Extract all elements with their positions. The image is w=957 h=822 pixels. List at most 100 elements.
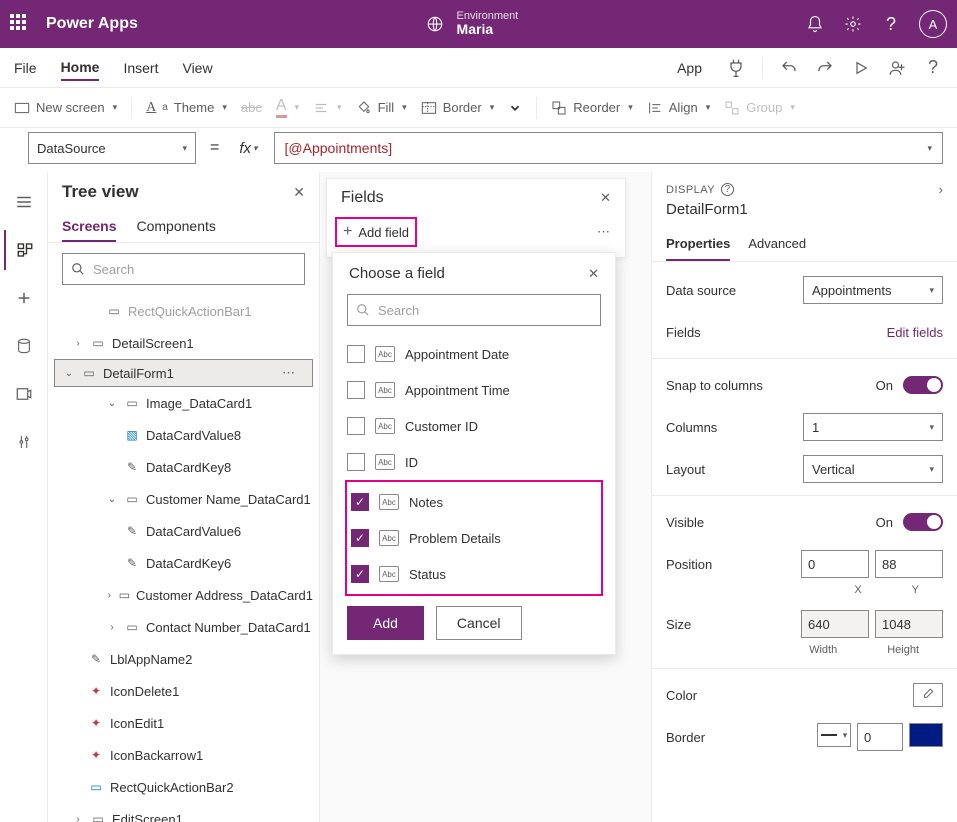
field-row[interactable]: ✓AbcNotes: [351, 484, 597, 520]
environment-picker[interactable]: Environment Maria: [457, 10, 519, 37]
close-icon[interactable]: ✕: [600, 190, 611, 206]
datasource-select[interactable]: Appointments▾: [803, 276, 943, 304]
checkbox[interactable]: [347, 453, 365, 471]
field-row[interactable]: AbcAppointment Time: [347, 372, 601, 408]
rail-tree-icon[interactable]: [4, 230, 44, 270]
tree-node[interactable]: ✎DataCardValue6: [54, 515, 313, 547]
border-width-input[interactable]: 0: [857, 723, 903, 751]
redo-icon[interactable]: [815, 58, 835, 78]
menu-view[interactable]: View: [182, 56, 212, 80]
close-icon[interactable]: ✕: [293, 184, 305, 201]
avatar[interactable]: A: [919, 10, 947, 38]
fx-label[interactable]: fx▾: [233, 140, 263, 157]
info-icon[interactable]: ?: [721, 183, 734, 196]
tab-advanced[interactable]: Advanced: [748, 228, 806, 261]
menu-insert[interactable]: Insert: [123, 56, 158, 80]
tree-node[interactable]: ✎DataCardKey8: [54, 451, 313, 483]
rail-insert-icon[interactable]: [4, 278, 44, 318]
theme-button[interactable]: Aa Theme▾: [146, 100, 227, 116]
edit-fields-link[interactable]: Edit fields: [887, 325, 943, 340]
tab-screens[interactable]: Screens: [62, 212, 116, 242]
chevron-button[interactable]: [508, 101, 522, 115]
property-selector[interactable]: DataSource ▾: [28, 132, 196, 164]
app-checker-icon[interactable]: [726, 58, 746, 78]
chevron-right-icon[interactable]: ›: [106, 622, 118, 633]
field-row[interactable]: ✓AbcProblem Details: [351, 520, 597, 556]
tree-node[interactable]: ⌄▭Customer Name_DataCard1: [54, 483, 313, 515]
chevron-right-icon[interactable]: ›: [72, 814, 84, 822]
cancel-button[interactable]: Cancel: [436, 606, 522, 640]
tree-node[interactable]: ✦IconBackarrow1: [54, 739, 313, 771]
checkbox-checked[interactable]: ✓: [351, 565, 369, 583]
tree-node[interactable]: ▭RectQuickActionBar1: [54, 295, 313, 327]
menu-home[interactable]: Home: [61, 55, 100, 81]
layout-select[interactable]: Vertical▾: [803, 455, 943, 483]
rail-media-icon[interactable]: [4, 374, 44, 414]
choose-field-search[interactable]: Search: [347, 294, 601, 326]
chevron-down-icon[interactable]: ⌄: [106, 398, 118, 409]
columns-select[interactable]: 1▾: [803, 413, 943, 441]
checkbox[interactable]: [347, 417, 365, 435]
rail-tools-icon[interactable]: [4, 422, 44, 462]
border-color-picker[interactable]: [909, 723, 943, 747]
chevron-right-icon[interactable]: ›: [106, 590, 113, 601]
notifications-icon[interactable]: [805, 14, 825, 34]
color-picker[interactable]: [913, 683, 943, 707]
chevron-down-icon[interactable]: ⌄: [63, 368, 75, 379]
tree-node[interactable]: ›▭Customer Address_DataCard1: [54, 579, 313, 611]
checkbox[interactable]: [347, 381, 365, 399]
field-row[interactable]: AbcID: [347, 444, 601, 480]
waffle-icon[interactable]: [10, 14, 30, 34]
share-icon[interactable]: [887, 58, 907, 78]
tree-search-input[interactable]: Search: [62, 253, 305, 285]
snap-toggle[interactable]: [903, 376, 943, 394]
checkbox-checked[interactable]: ✓: [351, 529, 369, 547]
tree-node[interactable]: ✦IconDelete1: [54, 675, 313, 707]
tree-node-selected[interactable]: ⌄▭DetailForm1⋯: [54, 359, 313, 387]
tree-node[interactable]: ›▭Contact Number_DataCard1: [54, 611, 313, 643]
menu-app[interactable]: App: [677, 56, 702, 80]
rail-data-icon[interactable]: [4, 326, 44, 366]
tab-components[interactable]: Components: [136, 212, 215, 242]
add-field-button[interactable]: + Add field: [335, 217, 417, 247]
align-button[interactable]: Align▾: [647, 100, 710, 116]
tree-node[interactable]: ⌄▭Image_DataCard1: [54, 387, 313, 419]
field-row[interactable]: ✓AbcStatus: [351, 556, 597, 592]
fill-button[interactable]: Fill▾: [356, 100, 407, 116]
border-style-select[interactable]: ▾: [817, 723, 851, 747]
rail-hamburger-icon[interactable]: [4, 182, 44, 222]
field-row[interactable]: AbcAppointment Date: [347, 336, 601, 372]
tree-node[interactable]: ›▭DetailScreen1: [54, 327, 313, 359]
visible-toggle[interactable]: [903, 513, 943, 531]
help2-icon[interactable]: ?: [923, 58, 943, 78]
play-icon[interactable]: [851, 58, 871, 78]
more-icon[interactable]: ⋯: [282, 365, 296, 381]
more-icon[interactable]: ⋯: [597, 224, 611, 240]
tree-node[interactable]: ›▭EditScreen1: [54, 803, 313, 822]
size-width-input[interactable]: 640: [801, 610, 869, 638]
chevron-right-icon[interactable]: ›: [939, 182, 943, 197]
tree-node[interactable]: ✎DataCardKey6: [54, 547, 313, 579]
reorder-button[interactable]: Reorder▾: [551, 100, 633, 116]
field-row[interactable]: AbcCustomer ID: [347, 408, 601, 444]
tree-node[interactable]: ✦IconEdit1: [54, 707, 313, 739]
settings-icon[interactable]: [843, 14, 863, 34]
menu-file[interactable]: File: [14, 56, 37, 80]
chevron-down-icon[interactable]: ⌄: [106, 494, 118, 505]
tree-node[interactable]: ▭RectQuickActionBar2: [54, 771, 313, 803]
tree-node[interactable]: ▧DataCardValue8: [54, 419, 313, 451]
checkbox[interactable]: [347, 345, 365, 363]
close-icon[interactable]: ✕: [588, 266, 599, 282]
tree-node[interactable]: ✎LblAppName2: [54, 643, 313, 675]
add-button[interactable]: Add: [347, 606, 424, 640]
help-icon[interactable]: ?: [881, 14, 901, 34]
size-height-input[interactable]: 1048: [875, 610, 943, 638]
position-x-input[interactable]: 0: [801, 550, 869, 578]
newscreen-button[interactable]: New screen▾: [14, 100, 117, 115]
formula-input[interactable]: [@Appointments] ▾: [274, 132, 943, 164]
position-y-input[interactable]: 88: [875, 550, 943, 578]
checkbox-checked[interactable]: ✓: [351, 493, 369, 511]
undo-icon[interactable]: [779, 58, 799, 78]
chevron-right-icon[interactable]: ›: [72, 338, 84, 349]
border-button[interactable]: Border▾: [421, 100, 495, 115]
